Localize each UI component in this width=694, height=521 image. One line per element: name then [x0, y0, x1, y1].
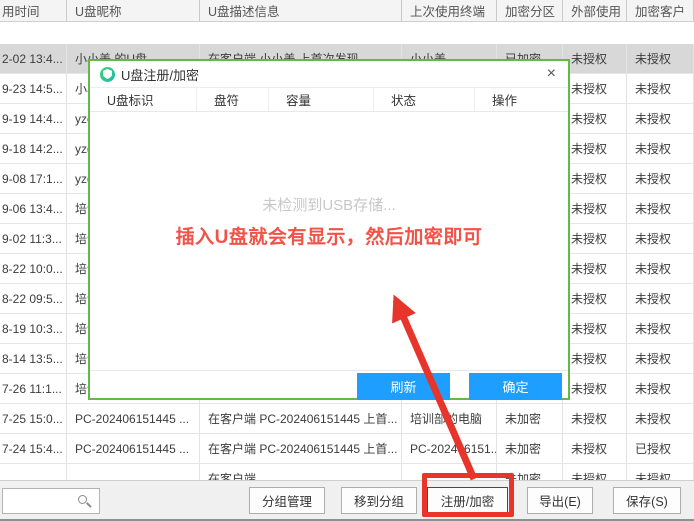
cell-encryption-client: 已授权: [627, 434, 694, 463]
cell-last-used-time: 9-23 14:5...: [0, 74, 67, 103]
dlg-col-drive-letter: 盘符: [197, 88, 269, 111]
cell-last-used-time: 7-25 15:0...: [0, 404, 67, 433]
col-header-last-terminal[interactable]: 上次使用终端: [402, 0, 497, 21]
refresh-button[interactable]: 刷新: [357, 373, 450, 400]
no-usb-detected-text: 未检测到USB存储...: [90, 194, 568, 215]
cell-external-use: 未授权: [563, 224, 627, 253]
col-header-encrypted-partition[interactable]: 加密分区: [497, 0, 563, 21]
group-manage-button[interactable]: 分组管理: [249, 487, 325, 514]
cell-last-terminal: PC-202406151...: [402, 434, 497, 463]
col-header-usb-nickname[interactable]: U盘昵称: [67, 0, 200, 21]
bottom-toolbar: 分组管理 移到分组 注册/加密 导出(E) 保存(S): [0, 480, 694, 521]
col-header-usb-description[interactable]: U盘描述信息: [200, 0, 402, 21]
cell-encryption-client: 未授权: [627, 374, 694, 403]
cell-external-use: 未授权: [563, 284, 627, 313]
cell-usb-description: 在客户端 PC-202406151445 上首...: [200, 404, 402, 433]
cell-external-use: 未授权: [563, 314, 627, 343]
table-header-row: 用时间 U盘昵称 U盘描述信息 上次使用终端 加密分区 外部使用 加密客户: [0, 0, 694, 22]
export-button[interactable]: 导出(E): [527, 487, 593, 514]
cell-external-use: 未授权: [563, 464, 627, 480]
register-encrypt-button[interactable]: 注册/加密: [427, 487, 508, 514]
cell-usb-nickname: PC-202406151445 ...: [67, 404, 200, 433]
cell-last-used-time: 9-19 14:4...: [0, 104, 67, 133]
cell-last-used-time: [0, 464, 67, 480]
table-row[interactable]: 7-24 15:4... PC-202406151445 ... 在客户端 PC…: [0, 434, 694, 464]
search-box: [2, 488, 100, 514]
cell-external-use: 未授权: [563, 74, 627, 103]
dialog-title: U盘注册/加密: [121, 65, 199, 84]
move-to-group-button[interactable]: 移到分组: [341, 487, 417, 514]
cell-external-use: 未授权: [563, 44, 627, 73]
close-icon[interactable]: ×: [547, 65, 556, 83]
dialog-footer: 刷新 确定: [90, 370, 568, 399]
cell-external-use: 未授权: [563, 164, 627, 193]
cell-last-used-time: 9-08 17:1...: [0, 164, 67, 193]
cell-encryption-client: 未授权: [627, 194, 694, 223]
cell-encryption-client: 未授权: [627, 164, 694, 193]
col-header-external-use[interactable]: 外部使用: [563, 0, 627, 21]
cell-encrypted-partition: 未加密: [497, 434, 563, 463]
cell-usb-nickname: [67, 464, 200, 480]
cell-last-used-time: 9-02 11:3...: [0, 224, 67, 253]
search-input[interactable]: [3, 489, 79, 513]
shield-icon: [100, 67, 115, 82]
cell-encryption-client: 未授权: [627, 404, 694, 433]
dialog-titlebar: U盘注册/加密 ×: [90, 61, 568, 88]
cell-external-use: 未授权: [563, 374, 627, 403]
dlg-col-status: 状态: [374, 88, 475, 111]
dialog-body: 未检测到USB存储... 插入U盘就会有显示，然后加密即可: [90, 112, 568, 370]
cell-external-use: 未授权: [563, 254, 627, 283]
search-icon-handle: [86, 502, 91, 507]
cell-encryption-client: 未授权: [627, 224, 694, 253]
cell-external-use: 未授权: [563, 344, 627, 373]
cell-encrypted-partition: 未加密: [497, 464, 563, 480]
dlg-col-capacity: 容量: [269, 88, 374, 111]
confirm-button[interactable]: 确定: [469, 373, 562, 400]
usb-register-encrypt-dialog: U盘注册/加密 × U盘标识 盘符 容量 状态 操作 未检测到USB存储... …: [88, 59, 570, 400]
cell-encryption-client: 未授权: [627, 104, 694, 133]
cell-encryption-client: 未授权: [627, 74, 694, 103]
cell-usb-nickname: PC-202406151445 ...: [67, 434, 200, 463]
cell-external-use: 未授权: [563, 134, 627, 163]
cell-encryption-client: 未授权: [627, 464, 694, 480]
cell-last-terminal: 培训部的电脑: [402, 404, 497, 433]
cell-encryption-client: 未授权: [627, 134, 694, 163]
cell-encryption-client: 未授权: [627, 44, 694, 73]
cell-last-used-time: 9-18 14:2...: [0, 134, 67, 163]
dlg-col-action: 操作: [475, 88, 568, 111]
usb-manager-window: 用时间 U盘昵称 U盘描述信息 上次使用终端 加密分区 外部使用 加密客户 2-…: [0, 0, 694, 521]
cell-last-used-time: 7-24 15:4...: [0, 434, 67, 463]
cell-last-used-time: 8-19 10:3...: [0, 314, 67, 343]
dlg-col-usb-id: U盘标识: [90, 88, 197, 111]
cell-last-used-time: 8-14 13:5...: [0, 344, 67, 373]
cell-external-use: 未授权: [563, 404, 627, 433]
col-header-encryption-client[interactable]: 加密客户: [627, 0, 694, 21]
dialog-table-header: U盘标识 盘符 容量 状态 操作: [90, 88, 568, 112]
col-header-last-used-time[interactable]: 用时间: [0, 0, 67, 21]
cell-encryption-client: 未授权: [627, 314, 694, 343]
table-row[interactable]: 7-25 15:0... PC-202406151445 ... 在客户端 PC…: [0, 404, 694, 434]
cell-last-used-time: 9-06 13:4...: [0, 194, 67, 223]
cell-usb-description: 在客户端 PC-202406151445 上首...: [200, 434, 402, 463]
cell-last-used-time: 8-22 09:5...: [0, 284, 67, 313]
cell-external-use: 未授权: [563, 434, 627, 463]
cell-encrypted-partition: 未加密: [497, 404, 563, 433]
cell-encryption-client: 未授权: [627, 254, 694, 283]
cell-external-use: 未授权: [563, 104, 627, 133]
cell-last-used-time: 2-02 13:4...: [0, 44, 67, 73]
cell-encryption-client: 未授权: [627, 344, 694, 373]
cell-external-use: 未授权: [563, 194, 627, 223]
cell-last-used-time: 8-22 10:0...: [0, 254, 67, 283]
annotation-note-text: 插入U盘就会有显示，然后加密即可: [90, 222, 568, 249]
save-button[interactable]: 保存(S): [613, 487, 681, 514]
table-row[interactable]: 在客户端 ... 未加密 未授权 未授权: [0, 464, 694, 480]
cell-last-used-time: 7-26 11:1...: [0, 374, 67, 403]
cell-usb-description: 在客户端 ...: [200, 464, 402, 480]
cell-last-terminal: [402, 464, 497, 480]
cell-encryption-client: 未授权: [627, 284, 694, 313]
